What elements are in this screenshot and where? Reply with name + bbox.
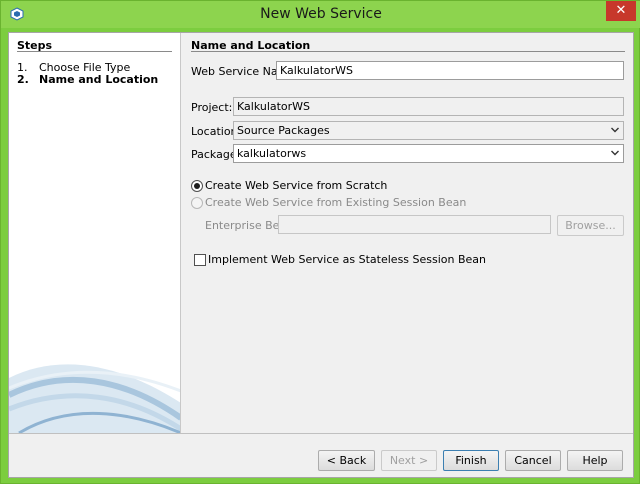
button-bar-divider [9, 433, 633, 434]
location-select-value: Source Packages [237, 124, 330, 137]
step-number: 2. [17, 73, 29, 86]
radio-create-from-scratch-label[interactable]: Create Web Service from Scratch [205, 179, 387, 192]
web-service-name-input[interactable]: KalkulatorWS [276, 61, 624, 80]
dialog-window: New Web Service ✕ Steps 1. Choose File Ty… [0, 0, 640, 484]
stateless-session-bean-label[interactable]: Implement Web Service as Stateless Sessi… [208, 253, 486, 266]
project-field[interactable]: KalkulatorWS [233, 97, 624, 116]
enterprise-bean-input[interactable] [278, 215, 551, 234]
steps-divider [17, 51, 172, 52]
steps-panel: Steps 1. Choose File Type 2. Name and Loca… [9, 33, 181, 433]
section-divider [191, 51, 625, 52]
package-select[interactable]: kalkulatorws [233, 144, 624, 163]
browse-button[interactable]: Browse... [557, 215, 624, 236]
project-label: Project: [191, 101, 233, 114]
radio-create-from-session-bean-label[interactable]: Create Web Service from Existing Session… [205, 196, 466, 209]
main-panel: Name and Location Web Service Name: Kalk… [182, 33, 633, 433]
step-item-name-and-location: 2. Name and Location [17, 73, 158, 86]
location-select[interactable]: Source Packages [233, 121, 624, 140]
close-icon[interactable]: ✕ [606, 1, 636, 21]
decorative-swoosh-graphic [9, 364, 180, 433]
title-bar[interactable]: New Web Service ✕ [1, 1, 640, 28]
next-button[interactable]: Next > [381, 450, 437, 471]
cancel-button[interactable]: Cancel [505, 450, 561, 471]
dialog-client-area: Steps 1. Choose File Type 2. Name and Loca… [8, 32, 634, 478]
chevron-down-icon [611, 127, 619, 133]
finish-button[interactable]: Finish [443, 450, 499, 471]
package-select-value: kalkulatorws [237, 147, 307, 160]
radio-create-from-session-bean[interactable] [191, 197, 203, 209]
step-label: Name and Location [39, 73, 159, 86]
back-button[interactable]: < Back [318, 450, 375, 471]
help-button[interactable]: Help [567, 450, 623, 471]
radio-create-from-scratch[interactable] [191, 180, 203, 192]
stateless-session-bean-checkbox[interactable] [194, 254, 206, 266]
window-title: New Web Service [260, 6, 382, 22]
chevron-down-icon [611, 150, 619, 156]
